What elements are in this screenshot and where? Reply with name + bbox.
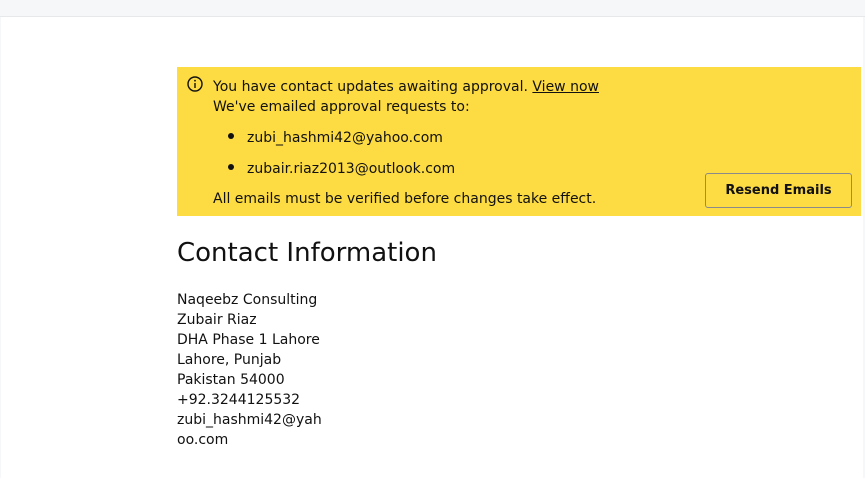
notice-message: You have contact updates awaiting approv… bbox=[213, 78, 599, 96]
email-address: zubi_hashmi42@yahoo.com bbox=[247, 130, 443, 146]
contact-phone: +92.3244125532 bbox=[177, 392, 301, 408]
contact-company: Naqeebz Consulting bbox=[177, 292, 318, 308]
notice-emailed-label: We've emailed approval requests to: bbox=[213, 99, 470, 115]
email-list-item: zubi_hashmi42@yahoo.com bbox=[228, 129, 443, 147]
bullet-icon bbox=[228, 164, 234, 170]
contact-email: zubi_hashmi42@yahoo.com bbox=[177, 412, 322, 448]
contact-city-region: Lahore, Punjab bbox=[177, 352, 282, 368]
view-now-link[interactable]: View now bbox=[532, 79, 599, 95]
page-title: Contact Information bbox=[177, 238, 437, 268]
contact-country-postal: Pakistan 54000 bbox=[177, 372, 285, 388]
notice-message-text: You have contact updates awaiting approv… bbox=[213, 79, 528, 95]
resend-emails-button[interactable]: Resend Emails bbox=[705, 173, 852, 208]
notice-footer-text: All emails must be verified before chang… bbox=[213, 191, 597, 207]
top-strip bbox=[0, 0, 865, 17]
contact-name: Zubair Riaz bbox=[177, 312, 257, 328]
bullet-icon bbox=[228, 133, 234, 139]
email-list-item: zubair.riaz2013@outlook.com bbox=[228, 160, 455, 178]
contact-address: DHA Phase 1 Lahore bbox=[177, 332, 320, 348]
email-address: zubair.riaz2013@outlook.com bbox=[247, 161, 456, 177]
contact-details: Naqeebz Consulting Zubair Riaz DHA Phase… bbox=[177, 290, 337, 450]
info-icon bbox=[187, 76, 203, 92]
